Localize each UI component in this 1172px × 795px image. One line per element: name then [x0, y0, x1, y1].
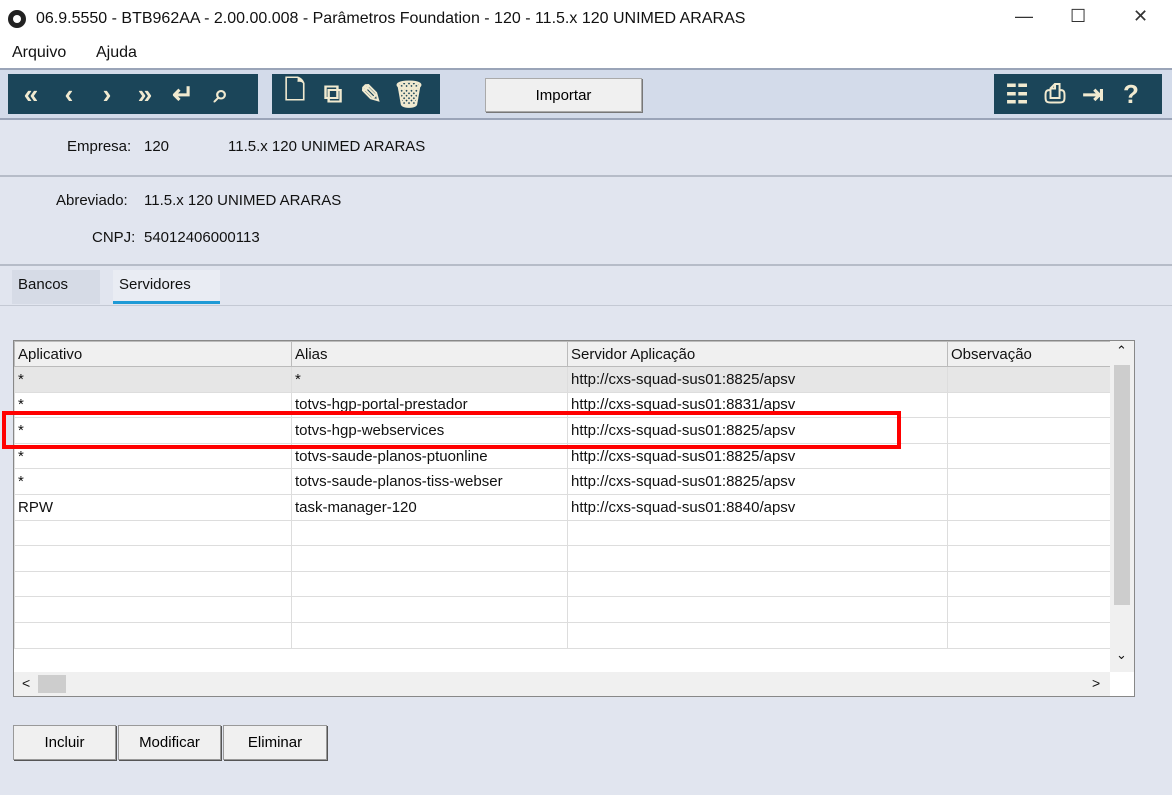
empresa-label: Empresa: [67, 138, 132, 155]
abreviado-label: Abreviado: [56, 192, 128, 209]
highlight-annotation [2, 411, 901, 449]
vertical-scroll-thumb[interactable] [1114, 365, 1130, 605]
maximize-button[interactable]: ☐ [1070, 6, 1086, 27]
cell: * [14, 468, 292, 495]
tab-divider [0, 305, 1172, 306]
search-icon[interactable]: ⌕ [204, 77, 238, 111]
cell [947, 493, 1111, 521]
cell: task-manager-120 [291, 493, 568, 521]
empty-row [14, 596, 1111, 623]
goto-icon[interactable]: ↵ [166, 77, 200, 111]
menu-ajuda[interactable]: Ajuda [96, 44, 137, 62]
cell: * [14, 366, 292, 393]
column-header-observacao[interactable]: Observação [947, 341, 1111, 367]
delete-icon[interactable]: 🗑 [392, 77, 426, 111]
cell [947, 366, 1111, 393]
tab-bancos[interactable]: Bancos [12, 270, 100, 304]
close-button[interactable]: ✕ [1133, 6, 1148, 27]
scroll-down-icon[interactable]: ⌄ [1116, 647, 1127, 663]
empresa-code: 120 [144, 138, 170, 155]
cell [947, 468, 1111, 495]
eliminar-button[interactable]: Eliminar [223, 725, 327, 760]
navigation-group: « ‹ › » ↵ ⌕ [8, 74, 258, 114]
window-title: 06.9.5550 - BTB962AA - 2.00.00.008 - Par… [36, 10, 746, 27]
utility-group: ☷ ⎙ ⇥ ? [994, 74, 1162, 114]
toolbar: « ‹ › » ↵ ⌕ 🗋 ⧉ ✎ 🗑 Importar ☷ ⎙ ⇥ ? [0, 68, 1172, 120]
cell: RPW [14, 493, 292, 521]
empresa-name: 11.5.x 120 UNIMED ARARAS [228, 138, 426, 155]
empty-row [14, 570, 1111, 598]
column-header-servidor[interactable]: Servidor Aplicação [567, 341, 948, 367]
app-icon [8, 10, 26, 28]
previous-record-icon[interactable]: ‹ [52, 77, 86, 111]
help-icon[interactable]: ? [1114, 77, 1148, 111]
table-row[interactable]: RPW task-manager-120 http://cxs-squad-sus0… [14, 493, 1111, 521]
scroll-left-icon[interactable]: < [22, 675, 30, 691]
column-header-alias[interactable]: Alias [291, 341, 568, 367]
new-icon[interactable]: 🗋 [278, 75, 312, 111]
divider [0, 175, 1172, 177]
scroll-up-icon[interactable]: ⌃ [1116, 343, 1127, 359]
empty-row [14, 621, 1111, 649]
tree-icon[interactable]: ☷ [1000, 77, 1034, 111]
cnpj-label: CNPJ: [92, 229, 136, 246]
cell [947, 442, 1111, 470]
cell [947, 391, 1111, 419]
print-icon[interactable]: ⎙ [1038, 77, 1072, 111]
title-bar: 06.9.5550 - BTB962AA - 2.00.00.008 - Par… [0, 0, 1172, 38]
edit-icon[interactable]: ✎ [354, 77, 388, 111]
menu-bar: Arquivo Ajuda [0, 38, 1172, 68]
servers-grid: Aplicativo Alias Servidor Aplicação Obse… [13, 340, 1135, 697]
cell [947, 417, 1111, 444]
empty-row [14, 545, 1111, 572]
last-record-icon[interactable]: » [128, 77, 162, 111]
exit-icon[interactable]: ⇥ [1076, 77, 1110, 111]
abreviado-value: 11.5.x 120 UNIMED ARARAS [144, 192, 342, 209]
table-row[interactable]: * * http://cxs-squad-sus01:8825/apsv [14, 366, 1111, 393]
import-button[interactable]: Importar [485, 78, 642, 112]
cell: http://cxs-squad-sus01:8840/apsv [567, 493, 948, 521]
cell: * [291, 366, 568, 393]
edit-group: 🗋 ⧉ ✎ 🗑 [272, 74, 440, 114]
column-header-aplicativo[interactable]: Aplicativo [14, 341, 292, 367]
next-record-icon[interactable]: › [90, 77, 124, 111]
horizontal-scroll-thumb[interactable] [38, 675, 66, 693]
menu-arquivo[interactable]: Arquivo [12, 44, 66, 62]
cell: http://cxs-squad-sus01:8825/apsv [567, 366, 948, 393]
cell: totvs-saude-planos-tiss-webser [291, 468, 568, 495]
tab-servidores[interactable]: Servidores [113, 270, 220, 304]
horizontal-scrollbar[interactable]: < > [14, 672, 1110, 696]
incluir-button[interactable]: Incluir [13, 725, 116, 760]
empty-row [14, 519, 1111, 547]
cell: http://cxs-squad-sus01:8825/apsv [567, 468, 948, 495]
scroll-right-icon[interactable]: > [1092, 675, 1100, 691]
modificar-button[interactable]: Modificar [118, 725, 221, 760]
table-row[interactable]: * totvs-saude-planos-tiss-webser http://cx… [14, 468, 1111, 495]
vertical-scrollbar[interactable]: ⌃ ⌄ [1110, 341, 1134, 672]
first-record-icon[interactable]: « [14, 77, 48, 111]
minimize-button[interactable]: — [1015, 6, 1033, 27]
copy-icon[interactable]: ⧉ [316, 77, 350, 111]
divider [0, 264, 1172, 266]
cnpj-value: 54012406000113 [144, 229, 260, 246]
